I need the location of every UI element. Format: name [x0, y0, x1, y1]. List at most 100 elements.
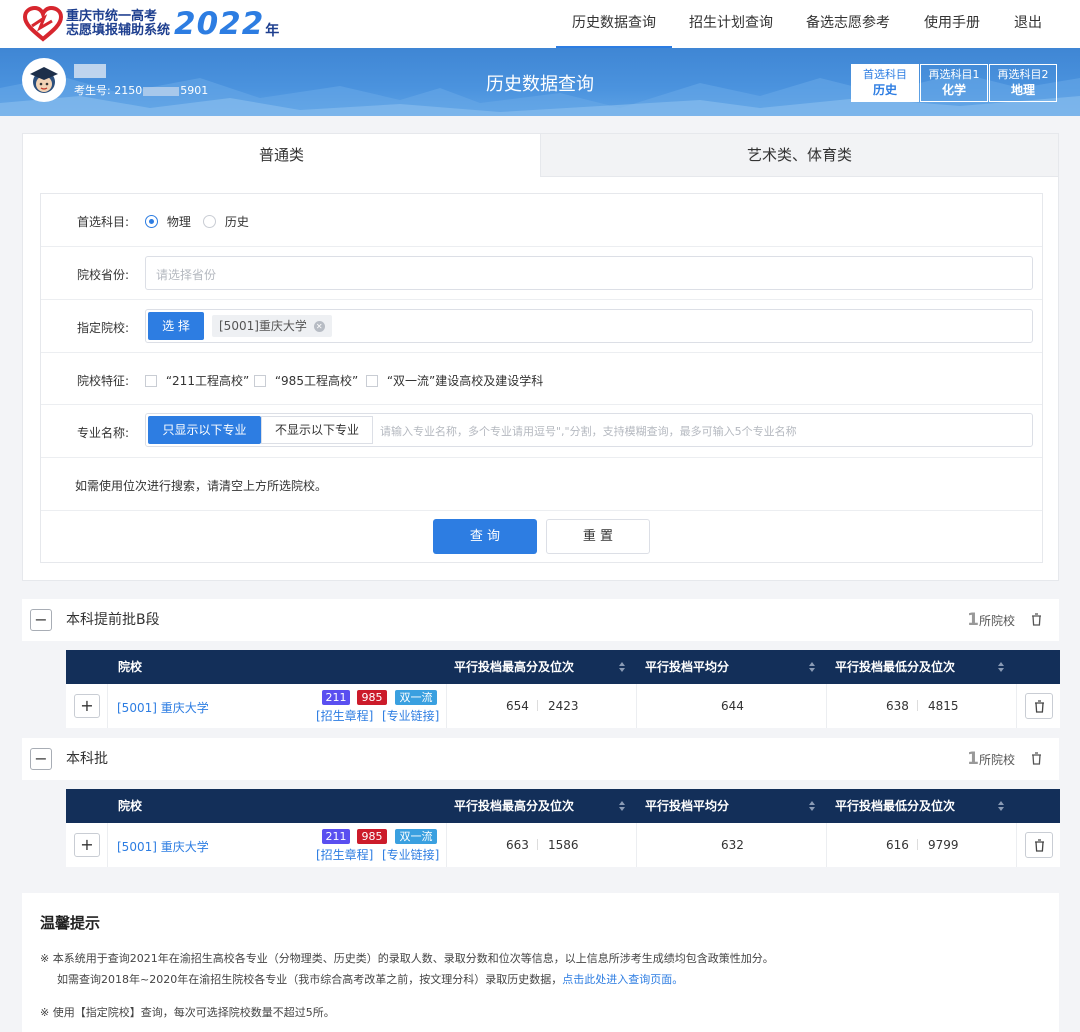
subject-second-1-value: 化学 — [941, 83, 966, 97]
subject-first: 首选科目 历史 — [851, 64, 919, 102]
top-navbar: 重庆市统一高考 志愿填报辅助系统 2022 年 历史数据查询 招生计划查询 备选… — [0, 0, 1080, 48]
section-count: 1所院校 — [967, 610, 1015, 630]
school-field: 选 择 [5001]重庆大学 ✕ — [145, 309, 1033, 343]
major-row: 专业名称: 只显示以下专业 不显示以下专业 请输入专业名称，多个专业请用逗号",… — [41, 405, 1042, 458]
first-subject-row: 首选科目: 物理 历史 — [41, 194, 1042, 247]
search-form: 首选科目: 物理 历史 院校省份: 请选择省份 指定院校: 选 择 [5001] — [40, 193, 1043, 563]
badge-985: 985 — [357, 829, 387, 844]
tip-line-2: 如需查询2018年~2020年在渝招生院校各专业（我市综合高考改革之前，按文理分… — [57, 973, 684, 986]
logo-line2: 志愿填报辅助系统 — [66, 23, 171, 38]
subject-second-2: 再选科目2 地理 — [989, 64, 1057, 102]
features-row: 院校特征: “211工程高校” “985工程高校” “双一流”建设高校及建设学科 — [41, 353, 1042, 405]
badge-985: 985 — [357, 690, 387, 705]
col-avg-score[interactable]: 平行投档平均分 — [645, 789, 729, 823]
province-label: 院校省份: — [76, 268, 129, 282]
query-button[interactable]: 查 询 — [433, 519, 537, 554]
radio-history-dot[interactable] — [203, 215, 216, 228]
category-tabs: 普通类 艺术类、体育类 — [23, 134, 1058, 177]
checkbox-211[interactable]: “211工程高校” — [145, 372, 249, 389]
table-header: 院校 平行投档最高分及位次 平行投档平均分 平行投档最低分及位次 — [66, 789, 1060, 823]
badge-211: 211 — [322, 690, 350, 705]
max-rank: 1586 — [548, 838, 579, 852]
checkbox-211-label: “211工程高校” — [165, 374, 250, 388]
radio-physics-label: 物理 — [166, 215, 191, 229]
col-max-score[interactable]: 平行投档最高分及位次 — [454, 650, 574, 684]
min-score: 638 — [886, 699, 909, 713]
sort-icon[interactable] — [618, 661, 626, 673]
expand-row-button[interactable]: + — [74, 833, 100, 857]
province-select[interactable]: 请选择省份 — [145, 256, 1033, 290]
nav-logout[interactable]: 退出 — [1004, 0, 1052, 48]
sort-icon[interactable] — [997, 800, 1005, 812]
delete-row-button[interactable] — [1025, 693, 1053, 719]
badge-211: 211 — [322, 829, 350, 844]
score-divider — [537, 700, 538, 711]
radio-history[interactable]: 历史 — [203, 213, 249, 230]
search-panel: 普通类 艺术类、体育类 首选科目: 物理 历史 院校省份: 请选择省份 指定院校… — [22, 133, 1059, 581]
col-min-score[interactable]: 平行投档最低分及位次 — [835, 650, 955, 684]
rank-note: 如需使用位次进行搜索，请清空上方所选院校。 — [75, 479, 328, 493]
tip-line-1: ※ 本系统用于查询2021年在渝招生高校各专业（分物理类、历史类）的录取人数、录… — [40, 952, 774, 965]
subject-first-label: 首选科目 — [863, 68, 907, 81]
section-title: 本科提前批B段 — [66, 612, 160, 628]
collapse-section-button[interactable]: − — [30, 748, 52, 770]
checkbox-double-first-class-box[interactable] — [366, 374, 378, 387]
table-header: 院校 平行投档最高分及位次 平行投档平均分 平行投档最低分及位次 — [66, 650, 1060, 684]
sort-icon[interactable] — [808, 661, 816, 673]
section-header-undergraduate: − 本科批 1所院校 — [22, 738, 1059, 780]
sort-icon[interactable] — [618, 800, 626, 812]
subject-second-1-label: 再选科目1 — [928, 68, 980, 81]
first-subject-label: 首选科目: — [76, 215, 129, 229]
nav-user-manual[interactable]: 使用手册 — [914, 0, 990, 48]
col-max-score[interactable]: 平行投档最高分及位次 — [454, 789, 574, 823]
school-label: 指定院校: — [76, 321, 129, 335]
checkbox-double-first-class[interactable]: “双一流”建设高校及建设学科 — [366, 372, 543, 389]
radio-physics[interactable]: 物理 — [145, 213, 191, 230]
col-school: 院校 — [118, 660, 143, 674]
checkbox-985-box[interactable] — [254, 374, 266, 387]
delete-row-button[interactable] — [1025, 832, 1053, 858]
nav-history-query[interactable]: 历史数据查询 — [556, 0, 672, 48]
expand-cell: + — [66, 684, 108, 728]
section-count: 1所院校 — [967, 749, 1015, 769]
mode-include-button[interactable]: 只显示以下专业 — [148, 416, 261, 444]
checkbox-985-label: “985工程高校” — [274, 374, 359, 388]
remove-tag-icon[interactable]: ✕ — [313, 321, 325, 332]
major-input-placeholder[interactable]: 请输入专业名称，多个专业请用逗号","分割，支持模糊查询，最多可输入5个专业名称 — [380, 423, 797, 439]
admission-charter-link[interactable]: [招生章程] — [316, 707, 373, 724]
mode-exclude-button[interactable]: 不显示以下专业 — [261, 416, 373, 444]
major-link[interactable]: [专业链接] — [382, 846, 439, 863]
logo-year: 2022 — [174, 6, 265, 42]
collapse-section-button[interactable]: − — [30, 609, 52, 631]
subject-second-1: 再选科目1 化学 — [920, 64, 988, 102]
sort-icon[interactable] — [808, 800, 816, 812]
radio-physics-dot[interactable] — [145, 215, 158, 228]
trash-icon — [1035, 839, 1044, 852]
nav-enrollment-plan[interactable]: 招生计划查询 — [680, 0, 782, 48]
select-school-button[interactable]: 选 择 — [148, 312, 204, 340]
features-label: 院校特征: — [76, 374, 129, 388]
reset-button[interactable]: 重 置 — [546, 519, 650, 554]
nav-alternative-reference[interactable]: 备选志愿参考 — [797, 0, 899, 48]
sort-icon[interactable] — [997, 661, 1005, 673]
school-link[interactable]: [5001] 重庆大学 — [117, 699, 209, 716]
trash-icon — [1035, 700, 1044, 713]
tab-art-sports[interactable]: 艺术类、体育类 — [540, 134, 1058, 177]
history-query-link[interactable]: 点击此处进入查询页面。 — [562, 973, 683, 986]
delete-section-icon[interactable] — [1031, 752, 1042, 765]
major-link[interactable]: [专业链接] — [382, 707, 439, 724]
radio-history-label: 历史 — [224, 215, 249, 229]
avg-score: 644 — [721, 699, 744, 713]
checkbox-985[interactable]: “985工程高校” — [254, 372, 358, 389]
col-min-score[interactable]: 平行投档最低分及位次 — [835, 789, 955, 823]
school-link[interactable]: [5001] 重庆大学 — [117, 838, 209, 855]
expand-row-button[interactable]: + — [74, 694, 100, 718]
min-score-cell: 616 9799 — [827, 823, 1017, 867]
checkbox-211-box[interactable] — [145, 374, 157, 387]
delete-section-icon[interactable] — [1031, 613, 1042, 626]
min-score: 616 — [886, 838, 909, 852]
tab-general[interactable]: 普通类 — [23, 134, 540, 177]
col-avg-score[interactable]: 平行投档平均分 — [645, 650, 729, 684]
heart-logo-icon — [22, 6, 64, 42]
admission-charter-link[interactable]: [招生章程] — [316, 846, 373, 863]
